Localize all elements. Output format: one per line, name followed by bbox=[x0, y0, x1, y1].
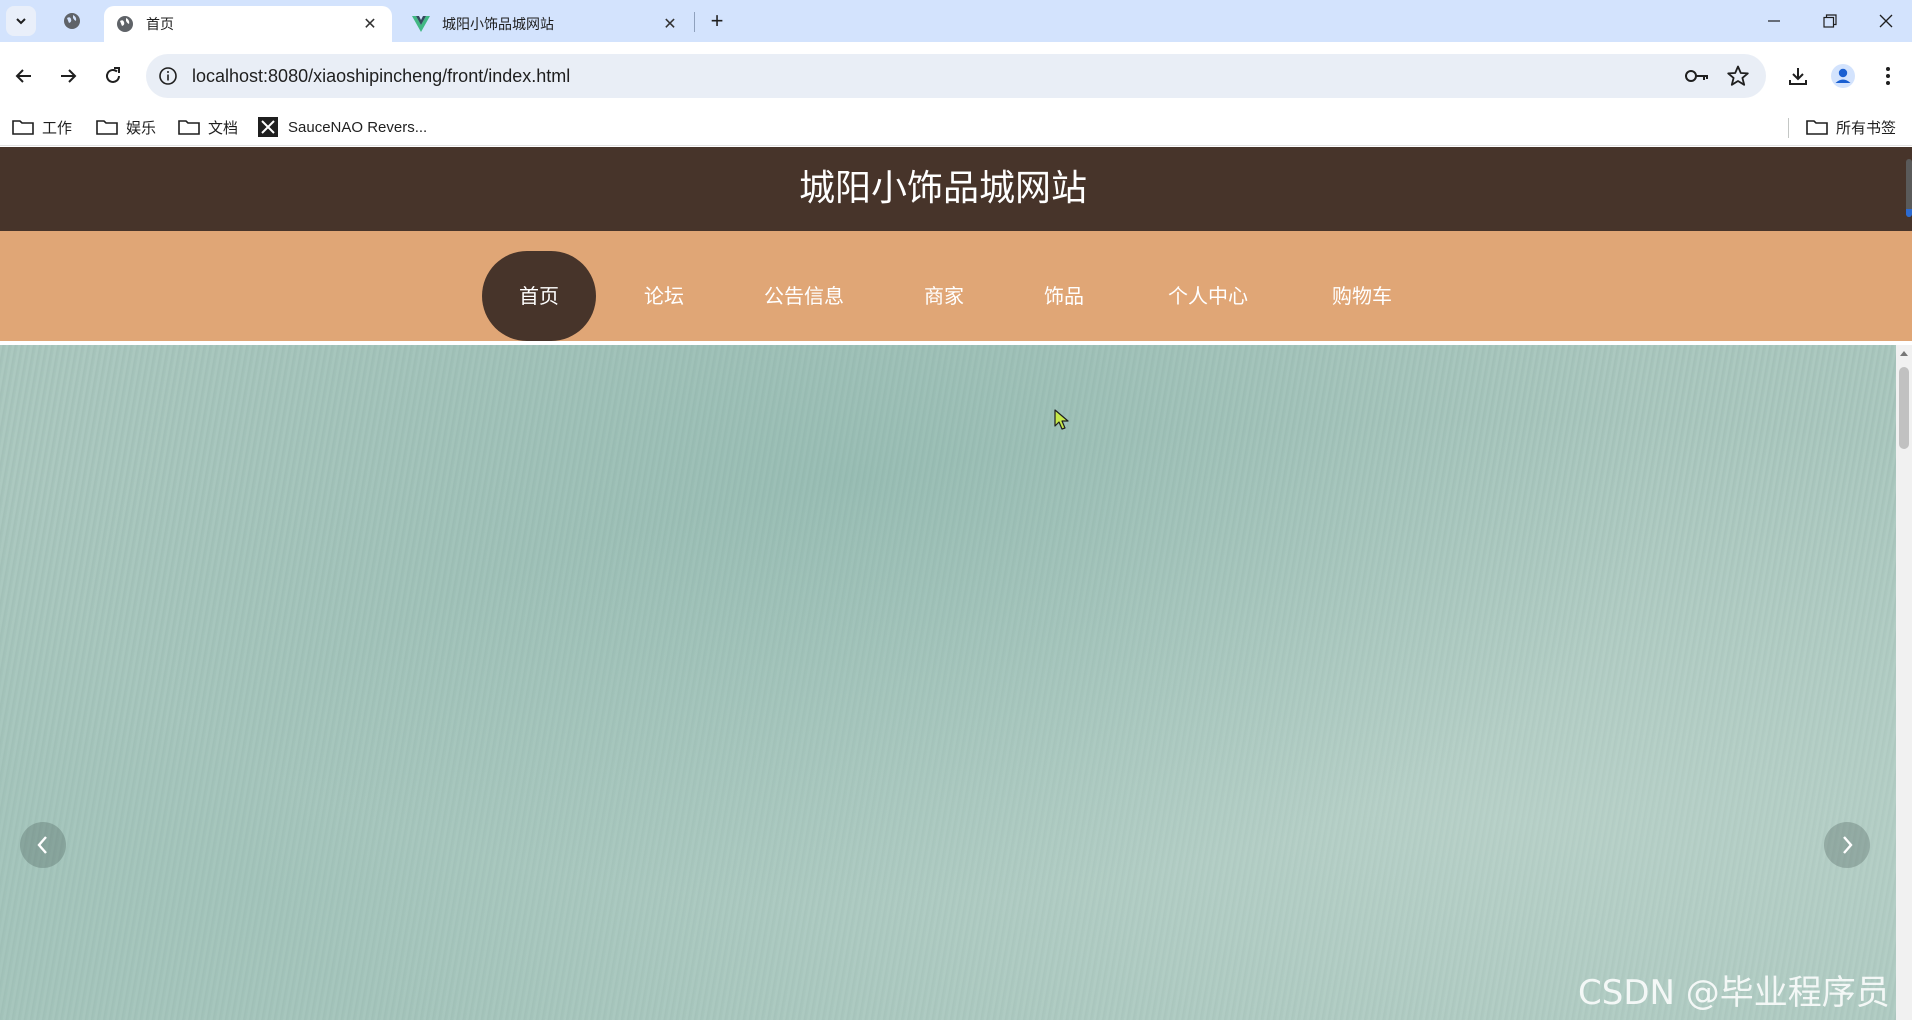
mouse-cursor-icon bbox=[1054, 409, 1069, 430]
scrollbar-thumb[interactable] bbox=[1899, 367, 1909, 449]
menu-button[interactable] bbox=[1872, 60, 1904, 92]
folder-icon bbox=[178, 118, 200, 136]
bookmark-entertainment[interactable]: 娱乐 bbox=[96, 108, 156, 146]
bookmark-label: 文档 bbox=[208, 119, 239, 137]
all-bookmarks-button[interactable]: 所有书签 bbox=[1806, 108, 1896, 146]
restore-button[interactable] bbox=[1802, 0, 1858, 42]
nav-item-home[interactable]: 首页 bbox=[482, 251, 596, 341]
chevron-down-icon bbox=[16, 18, 26, 25]
pinned-tab[interactable] bbox=[52, 6, 92, 36]
carousel-next-button[interactable] bbox=[1824, 822, 1870, 868]
new-tab-button[interactable]: + bbox=[702, 6, 732, 36]
scroll-up-icon[interactable] bbox=[1900, 351, 1908, 356]
tab-strip: 首页 ✕ 城阳小饰品城网站 ✕ + bbox=[0, 0, 1912, 42]
tab-title: 首页 bbox=[146, 16, 174, 32]
avatar-icon bbox=[1831, 64, 1855, 88]
bookmark-label: SauceNAO Revers... bbox=[288, 118, 428, 136]
minimize-icon bbox=[1768, 20, 1780, 22]
bookmarks-bar: 工作 娱乐 文档 SauceNAO Revers... 所有书签 bbox=[0, 108, 1912, 146]
arrow-right-icon bbox=[61, 69, 77, 83]
bookmark-label: 娱乐 bbox=[126, 119, 157, 137]
site-header: 城阳小饰品城网站 bbox=[0, 147, 1912, 231]
globe-icon bbox=[64, 13, 80, 29]
banner-carousel[interactable] bbox=[0, 345, 1896, 1020]
tab-search-button[interactable] bbox=[6, 6, 36, 36]
close-icon[interactable]: ✕ bbox=[660, 14, 680, 34]
nav-item-announcements[interactable]: 公告信息 bbox=[752, 251, 856, 341]
vue-logo-icon bbox=[412, 15, 430, 33]
star-icon[interactable] bbox=[1726, 64, 1750, 88]
close-icon[interactable]: ✕ bbox=[360, 14, 380, 34]
folder-icon bbox=[12, 118, 34, 136]
page-scrollbar[interactable] bbox=[1896, 345, 1912, 1020]
back-button[interactable] bbox=[6, 58, 42, 94]
bookmark-label: 工作 bbox=[42, 119, 73, 137]
chevron-right-icon bbox=[1843, 836, 1853, 854]
watermark: CSDN @毕业程序员 bbox=[1578, 973, 1890, 1013]
bookmark-docs[interactable]: 文档 bbox=[178, 108, 238, 146]
nav-item-accessories[interactable]: 饰品 bbox=[1024, 251, 1104, 341]
minimize-button[interactable] bbox=[1746, 0, 1802, 42]
saucenao-icon bbox=[258, 117, 280, 137]
page-viewport: 城阳小饰品城网站 首页 论坛 公告信息 商家 饰品 个人中心 购物车 CSDN … bbox=[0, 147, 1912, 1020]
main-nav: 首页 论坛 公告信息 商家 饰品 个人中心 购物车 bbox=[0, 231, 1912, 341]
reload-button[interactable] bbox=[95, 58, 131, 94]
info-icon[interactable] bbox=[158, 66, 178, 86]
arrow-left-icon bbox=[15, 69, 31, 83]
browser-toolbar: localhost:8080/xiaoshipincheng/front/ind… bbox=[0, 42, 1912, 108]
reload-icon bbox=[106, 67, 120, 83]
nav-item-forum[interactable]: 论坛 bbox=[624, 251, 704, 341]
forward-button[interactable] bbox=[50, 58, 86, 94]
bookmark-work[interactable]: 工作 bbox=[12, 108, 72, 146]
tab-home[interactable]: 首页 ✕ bbox=[104, 6, 392, 42]
bookmark-saucenao[interactable]: SauceNAO Revers... bbox=[258, 108, 427, 146]
folder-icon bbox=[96, 118, 118, 136]
carousel-prev-button[interactable] bbox=[20, 822, 66, 868]
more-vert-icon bbox=[1886, 67, 1890, 85]
chevron-left-icon bbox=[37, 836, 47, 854]
address-bar[interactable]: localhost:8080/xiaoshipincheng/front/ind… bbox=[146, 54, 1766, 98]
downloads-button[interactable] bbox=[1782, 60, 1814, 92]
all-bookmarks-label: 所有书签 bbox=[1836, 119, 1897, 137]
profile-button[interactable] bbox=[1827, 60, 1859, 92]
url-text[interactable]: localhost:8080/xiaoshipincheng/front/ind… bbox=[192, 54, 570, 98]
header-scroll-indicator bbox=[1906, 159, 1912, 217]
bookmarks-divider bbox=[1788, 118, 1789, 138]
tab-divider bbox=[694, 12, 695, 32]
close-window-button[interactable] bbox=[1858, 0, 1912, 42]
nav-item-personal-center[interactable]: 个人中心 bbox=[1156, 251, 1260, 341]
folder-icon bbox=[1806, 118, 1828, 136]
restore-icon bbox=[1823, 14, 1837, 28]
globe-icon bbox=[116, 15, 134, 33]
close-icon bbox=[1879, 14, 1893, 28]
nav-item-cart[interactable]: 购物车 bbox=[1322, 251, 1402, 341]
tab-title: 城阳小饰品城网站 bbox=[442, 16, 554, 32]
tab-site[interactable]: 城阳小饰品城网站 ✕ bbox=[400, 6, 692, 42]
nav-item-merchants[interactable]: 商家 bbox=[904, 251, 984, 341]
site-title: 城阳小饰品城网站 bbox=[798, 168, 1087, 209]
key-icon[interactable] bbox=[1684, 64, 1710, 88]
download-icon bbox=[1789, 68, 1807, 85]
